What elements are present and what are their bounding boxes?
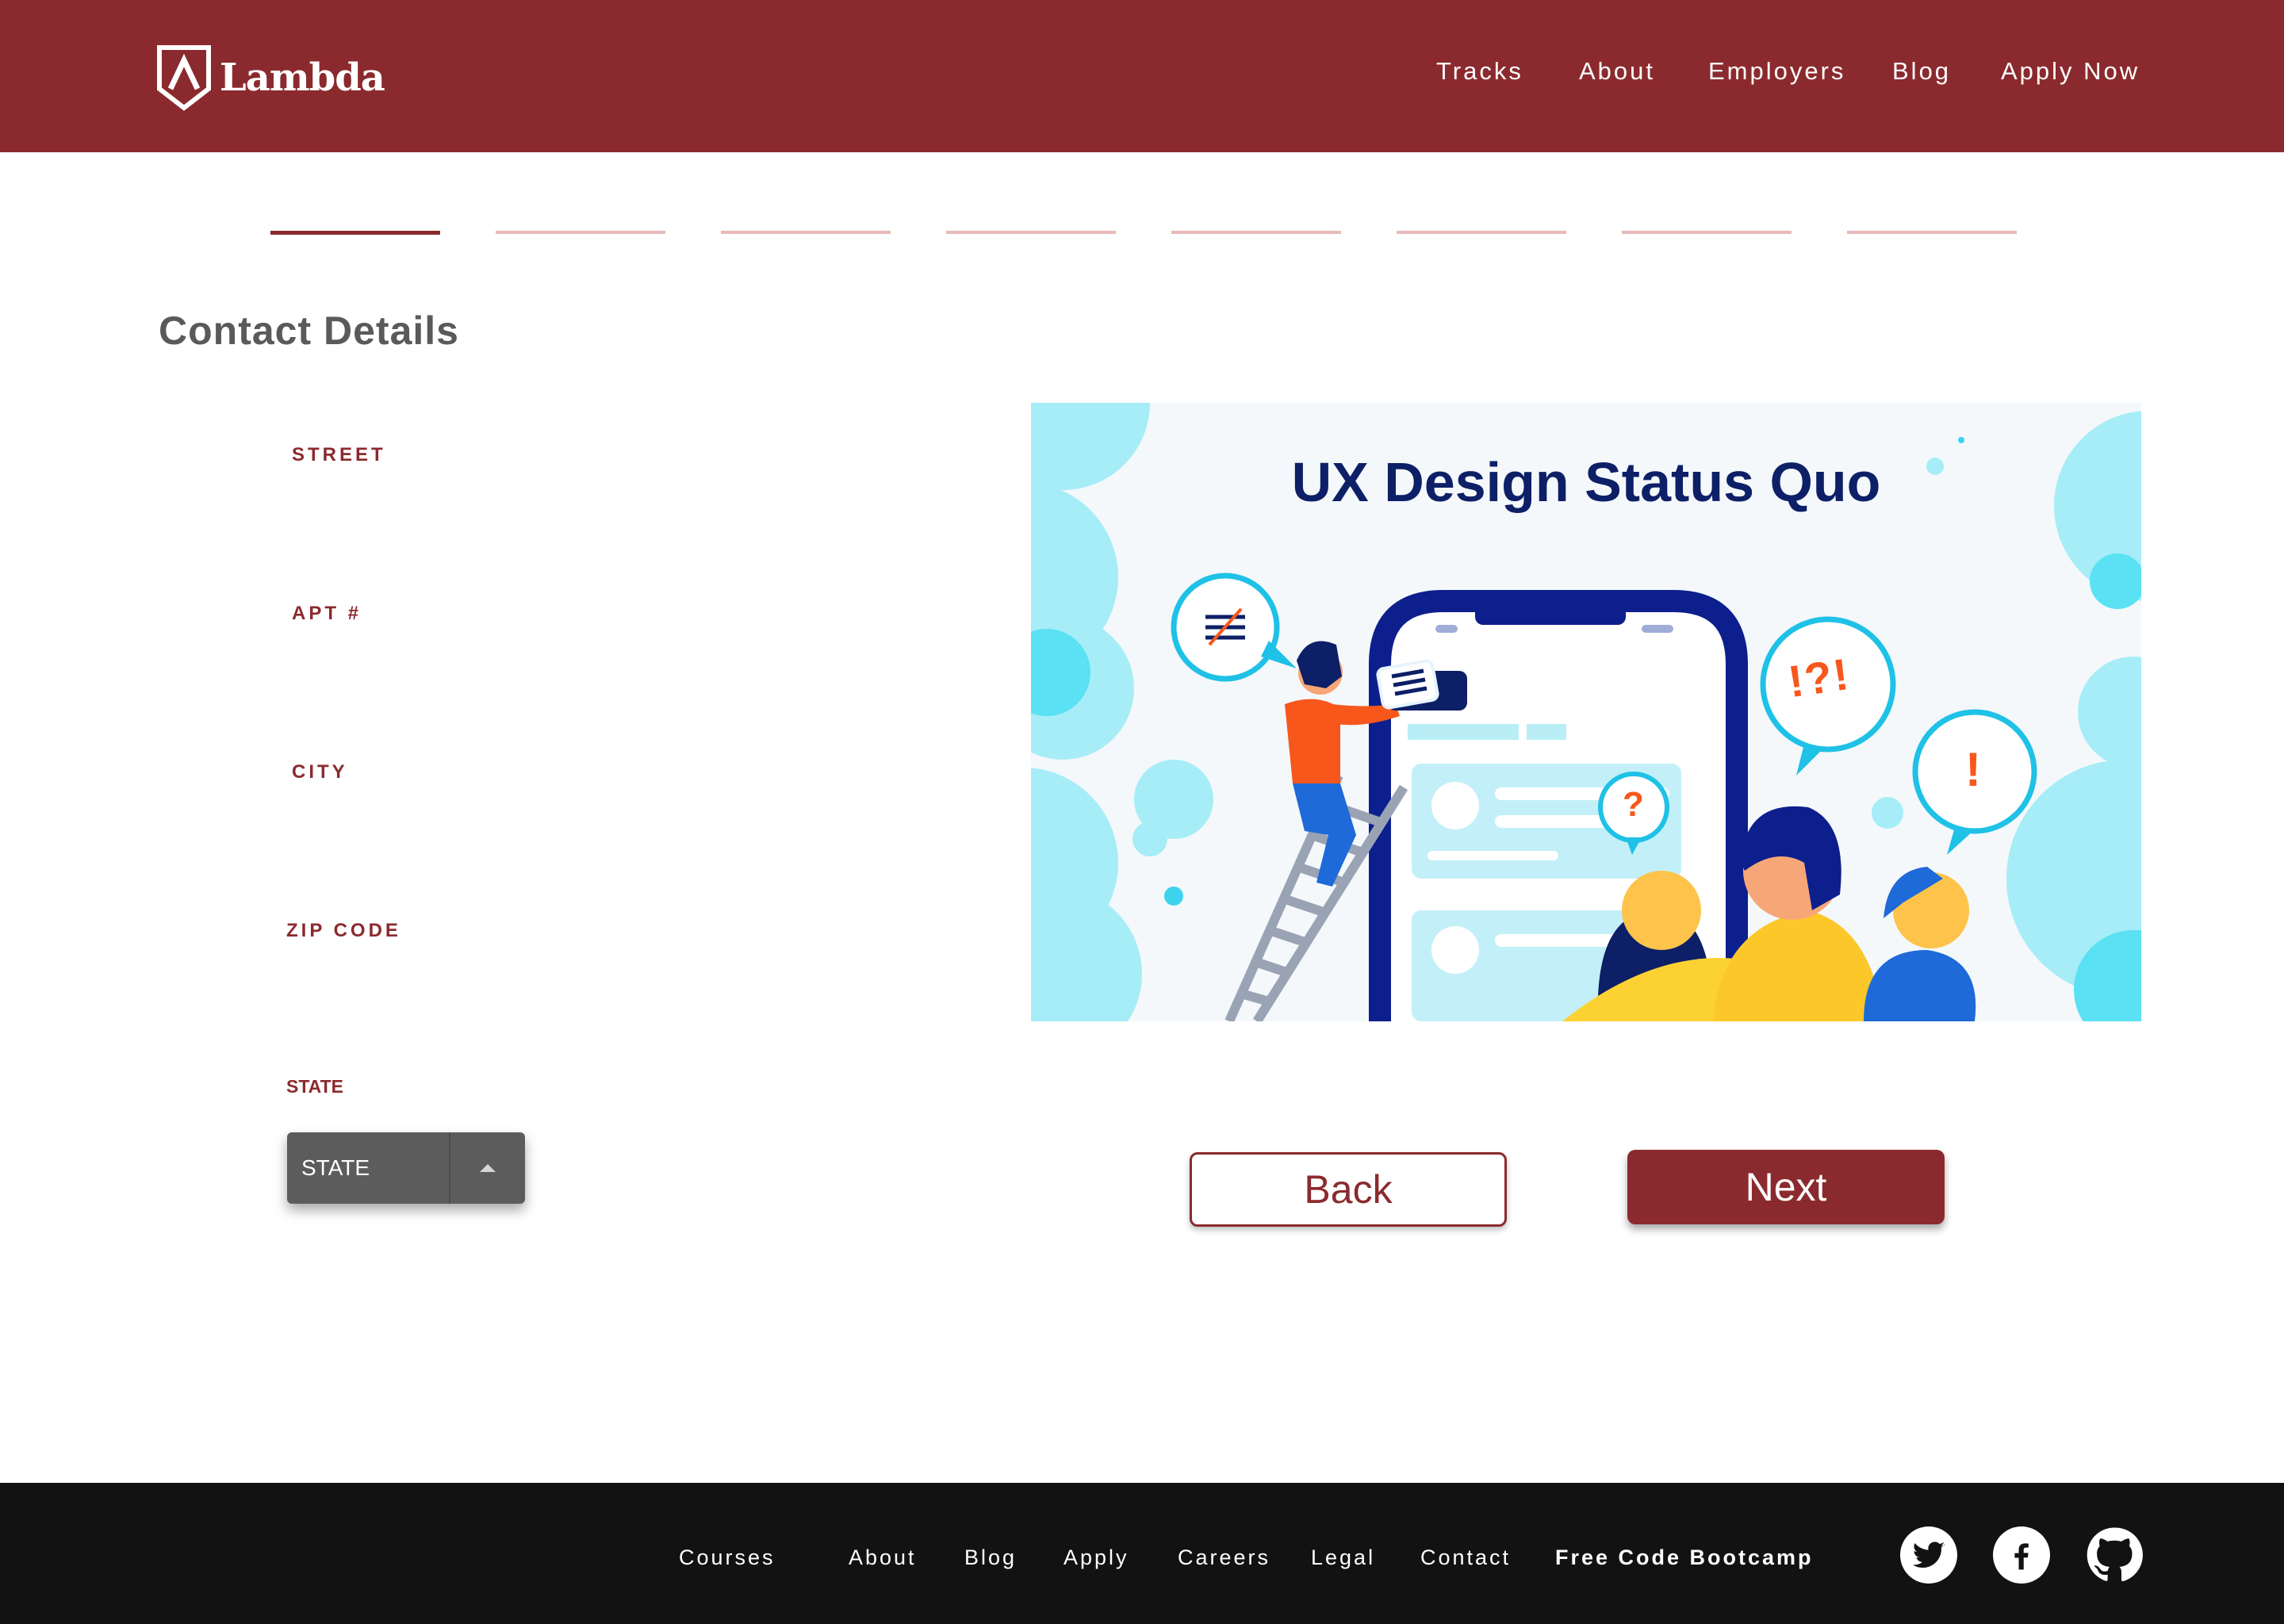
nav-apply-now[interactable]: Apply Now [2001, 52, 2140, 90]
next-button[interactable]: Next [1627, 1150, 1945, 1224]
footer-about[interactable]: About [849, 1542, 917, 1573]
city-label: CITY [292, 761, 348, 783]
logo-text: Lambda [220, 56, 385, 100]
github-icon[interactable] [2086, 1526, 2143, 1584]
street-label: STREET [292, 444, 386, 465]
facebook-icon[interactable] [1993, 1526, 2050, 1584]
bubble-question: ? [1623, 785, 1644, 824]
nav-blog[interactable]: Blog [1892, 52, 1951, 90]
progress-step-8 [1847, 231, 2017, 234]
progress-step-2 [496, 231, 665, 234]
bubble-exclaim: ! [1965, 743, 1981, 796]
zip-label: ZIP CODE [286, 920, 401, 941]
footer-legal[interactable]: Legal [1311, 1542, 1375, 1573]
progress-step-6 [1397, 231, 1566, 234]
back-button[interactable]: Back [1190, 1152, 1507, 1227]
illustration-title: UX Design Status Quo [1291, 451, 1881, 513]
ux-illustration: UX Design Status Quo !?! ? ! [1031, 403, 2141, 1021]
site-header: Lambda Tracks About Employers Blog Apply… [0, 0, 2284, 152]
street-input[interactable] [291, 441, 925, 528]
nav-employers[interactable]: Employers [1708, 52, 1845, 90]
city-input[interactable] [291, 758, 925, 845]
state-label: STATE [286, 1076, 343, 1097]
progress-step-7 [1622, 231, 1792, 234]
apt-label: APT # [292, 603, 362, 624]
footer-contact[interactable]: Contact [1420, 1542, 1511, 1573]
page-title: Contact Details [159, 308, 459, 353]
footer-free-code-bootcamp[interactable]: Free Code Bootcamp [1555, 1542, 1814, 1573]
footer-careers[interactable]: Careers [1178, 1542, 1270, 1573]
nav-tracks[interactable]: Tracks [1436, 52, 1523, 90]
progress-step-5 [1171, 231, 1341, 234]
footer-apply[interactable]: Apply [1063, 1542, 1129, 1573]
apt-input[interactable] [291, 599, 925, 687]
nav-about[interactable]: About [1579, 52, 1655, 90]
logo[interactable]: Lambda [156, 44, 385, 111]
state-select-value: STATE [301, 1155, 370, 1180]
progress-step-4 [946, 231, 1116, 234]
caret-up-icon [450, 1164, 525, 1172]
progress-step-3 [721, 231, 891, 234]
state-select[interactable]: STATE [287, 1132, 525, 1204]
bubble-exclaim-question: !?! [1784, 648, 1853, 707]
twitter-icon[interactable] [1900, 1526, 1957, 1584]
lambda-logo-icon [157, 45, 211, 111]
progress-step-1 [270, 231, 440, 235]
footer-blog[interactable]: Blog [964, 1542, 1017, 1573]
footer-courses[interactable]: Courses [679, 1542, 776, 1573]
